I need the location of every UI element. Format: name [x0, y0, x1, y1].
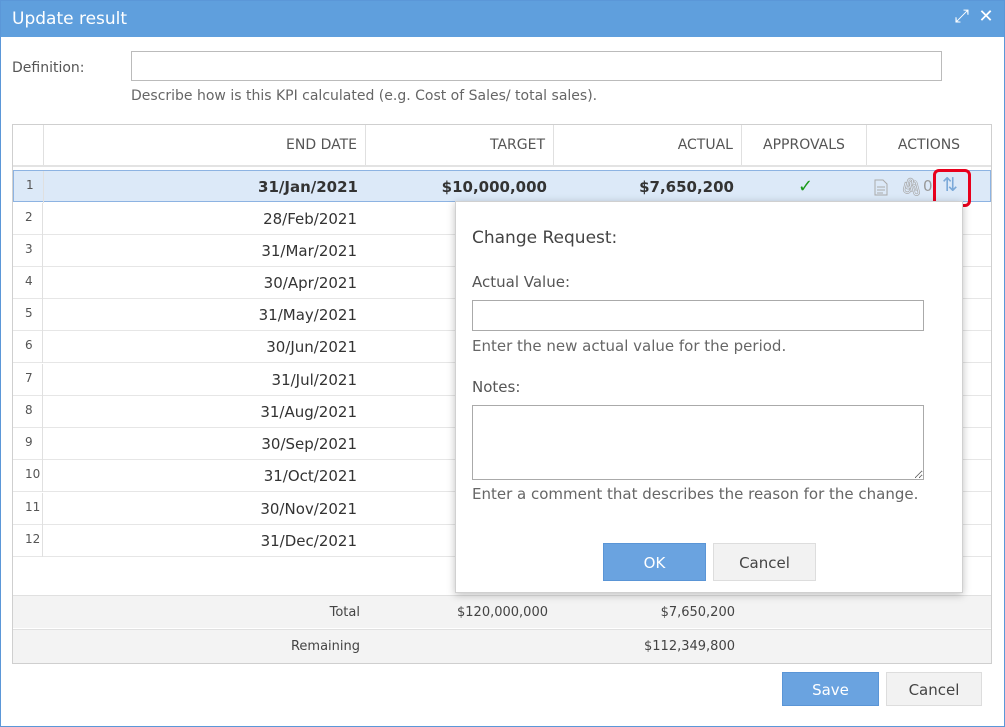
table-row-selected[interactable]: 1 31/Jan/2021 $10,000,000 $7,650,200 ✓ 🖇…: [13, 170, 991, 203]
remaining-actual: $112,349,800: [644, 639, 735, 654]
header-target[interactable]: TARGET: [366, 125, 554, 165]
row-end-date: 31/Jul/2021: [271, 371, 357, 389]
actual-value-input[interactable]: [472, 300, 924, 331]
header-end-date-label: END DATE: [286, 137, 357, 153]
row-number: 12: [13, 525, 43, 557]
row-number: 6: [13, 331, 43, 363]
header-target-label: TARGET: [489, 137, 545, 153]
row-number: 2: [13, 203, 43, 235]
row-number: 3: [13, 235, 43, 267]
approval-check-icon: ✓: [797, 176, 814, 197]
row-end-date: 31/May/2021: [258, 306, 357, 324]
close-icon[interactable]: ✕: [976, 5, 996, 29]
remaining-label: Remaining: [290, 639, 360, 654]
row-number: 11: [13, 493, 43, 525]
row-number: 7: [13, 364, 43, 396]
ok-button[interactable]: OK: [603, 543, 706, 581]
document-icon[interactable]: [874, 179, 888, 200]
notes-help: Enter a comment that describes the reaso…: [472, 485, 919, 503]
cancel-button[interactable]: Cancel: [886, 672, 982, 706]
popup-cancel-button[interactable]: Cancel: [713, 543, 816, 581]
actual-value-label: Actual Value:: [472, 273, 571, 291]
row-end-date: 30/Jun/2021: [266, 338, 357, 356]
definition-label: Definition:: [12, 60, 85, 76]
header-approvals-label: APPROVALS: [763, 137, 845, 153]
row-number: 8: [13, 396, 43, 428]
row-end-date: 31/Jan/2021: [258, 178, 358, 196]
row-number: 10: [13, 460, 43, 492]
row-number: 5: [13, 299, 43, 331]
row-end-date: 30/Sep/2021: [261, 435, 357, 453]
popup-title: Change Request:: [472, 228, 618, 248]
grid-header: END DATE TARGET ACTUAL APPROVALS ACTIONS: [13, 125, 991, 167]
row-end-date: 30/Apr/2021: [263, 274, 357, 292]
row-end-date: 31/Aug/2021: [260, 403, 357, 421]
update-result-dialog: Update result ⤢ ✕ Definition: Describe h…: [0, 0, 1005, 727]
attachment-count: 0: [923, 177, 933, 195]
dialog-titlebar: Update result ⤢ ✕: [1, 1, 1004, 37]
remaining-row: Remaining $112,349,800: [13, 629, 991, 663]
definition-input[interactable]: [131, 51, 942, 81]
row-number: 4: [13, 267, 43, 299]
row-actual: $7,650,200: [639, 178, 734, 196]
dialog-title: Update result: [12, 9, 128, 29]
notes-label: Notes:: [472, 378, 521, 396]
row-end-date: 31/Dec/2021: [260, 532, 357, 550]
header-end-date[interactable]: END DATE: [44, 125, 366, 165]
header-actual-label: ACTUAL: [677, 137, 733, 153]
row-end-date: 28/Feb/2021: [263, 210, 357, 228]
row-end-date: 31/Oct/2021: [263, 467, 357, 485]
header-approvals[interactable]: APPROVALS: [742, 125, 867, 165]
total-row: Total $120,000,000 $7,650,200: [13, 595, 991, 628]
header-actions: ACTIONS: [867, 125, 991, 165]
actual-value-help: Enter the new actual value for the perio…: [472, 337, 787, 355]
header-rownum: [13, 125, 44, 165]
change-request-popup: Change Request: Actual Value: Enter the …: [455, 201, 963, 593]
total-actual: $7,650,200: [660, 605, 735, 620]
header-actual[interactable]: ACTUAL: [554, 125, 742, 165]
expand-icon[interactable]: ⤢: [952, 5, 972, 29]
total-target: $120,000,000: [457, 605, 548, 620]
total-label: Total: [329, 605, 360, 620]
notes-textarea[interactable]: [472, 405, 924, 480]
row-number: 1: [14, 171, 44, 203]
row-end-date: 31/Mar/2021: [261, 242, 357, 260]
row-number: 9: [13, 428, 43, 460]
paperclip-icon[interactable]: 🖇: [900, 177, 923, 198]
row-target: $10,000,000: [441, 178, 547, 196]
row-end-date: 30/Nov/2021: [260, 500, 357, 518]
header-actions-label: ACTIONS: [897, 137, 961, 153]
definition-help-text: Describe how is this KPI calculated (e.g…: [131, 88, 598, 104]
save-button[interactable]: Save: [782, 672, 879, 706]
